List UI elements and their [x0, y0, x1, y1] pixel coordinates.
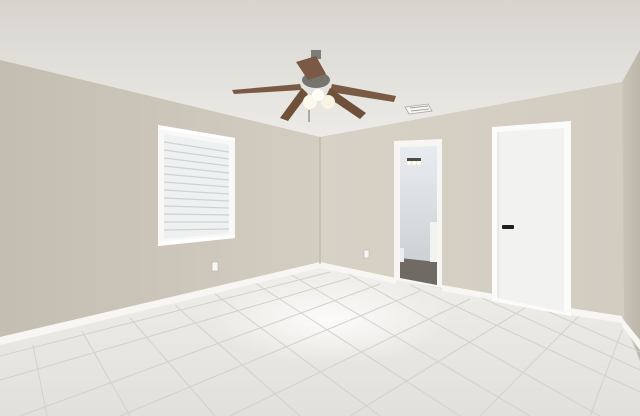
right-wall — [622, 50, 640, 360]
fan-light-icon — [312, 89, 324, 101]
door-icon — [492, 121, 571, 316]
outlet-icon-back — [363, 249, 370, 259]
window-icon — [158, 125, 235, 246]
door-handle-icon[interactable] — [502, 225, 514, 229]
vanity-light-icon — [407, 158, 421, 165]
floor-glare — [210, 275, 450, 365]
bathroom-doorway — [394, 139, 442, 288]
empty-bedroom-photo — [0, 0, 640, 416]
outlet-icon — [211, 261, 219, 272]
